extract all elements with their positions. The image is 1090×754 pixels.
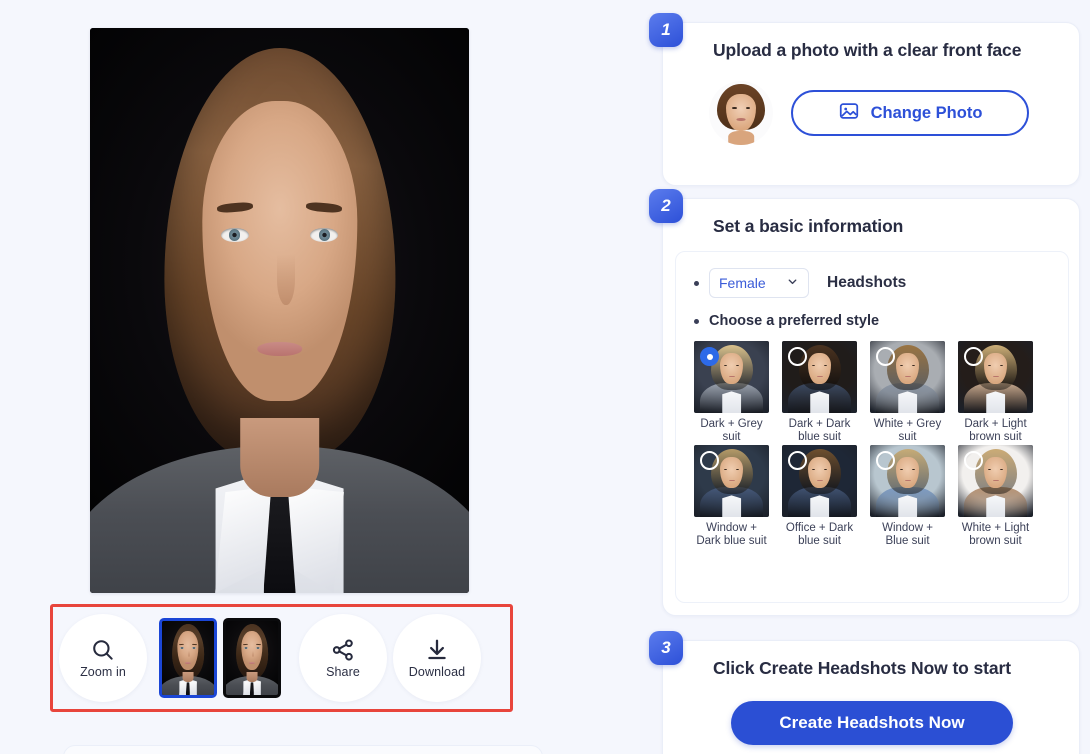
style-option-label: Window + Dark blue suit	[696, 522, 767, 547]
step-1-title: Upload a photo with a clear front face	[713, 40, 1022, 60]
chevron-down-icon	[786, 275, 799, 291]
choose-style-label: Choose a preferred style	[709, 313, 880, 329]
headshot-generator-app: Zoom in Share Download 1 Upload a photo …	[0, 0, 1090, 754]
settings-pane: 1 Upload a photo with a clear front face	[640, 0, 1090, 754]
style-option[interactable]: Dark + Dark blue suit	[782, 341, 857, 443]
preview-action-toolbar: Zoom in Share Download	[53, 607, 510, 709]
gender-row: Female Headshots	[676, 252, 1068, 298]
basic-information-box: Female Headshots Choose a preferred styl…	[675, 251, 1069, 603]
style-thumbnail	[694, 341, 769, 413]
style-option-grid: Dark + Grey suit Dark + Dark blue suit Whi…	[676, 329, 1068, 547]
step-3-badge: 3	[649, 631, 683, 665]
style-option-label: White + Light brown suit	[961, 522, 1030, 547]
create-headshots-button[interactable]: Create Headshots Now	[731, 701, 1013, 745]
style-option[interactable]: Window + Blue suit	[870, 445, 945, 547]
zoom-in-label: Zoom in	[80, 665, 126, 679]
style-option-label: Dark + Dark blue suit	[788, 418, 851, 443]
style-thumbnail	[870, 445, 945, 517]
style-thumbnail	[870, 341, 945, 413]
style-thumbnail	[694, 445, 769, 517]
style-radio-button[interactable]	[964, 451, 983, 470]
headshots-label: Headshots	[827, 274, 907, 291]
preview-pane: Zoom in Share Download	[0, 0, 640, 754]
magnifier-icon	[90, 637, 116, 663]
step-2-badge: 2	[649, 189, 683, 223]
bullet-dot	[694, 280, 699, 286]
share-button[interactable]: Share	[299, 614, 387, 702]
thumbnail-item[interactable]	[223, 618, 281, 698]
zoom-in-button[interactable]: Zoom in	[59, 614, 147, 702]
style-radio-button[interactable]	[964, 347, 983, 366]
style-option-label: Office + Dark blue suit	[785, 522, 854, 547]
style-option[interactable]: White + Grey suit	[870, 341, 945, 443]
download-arrow-icon	[424, 637, 450, 663]
gender-select[interactable]: Female	[709, 268, 809, 298]
style-radio-button[interactable]	[876, 347, 895, 366]
preview-portrait-image	[90, 28, 469, 593]
download-label: Download	[408, 665, 466, 679]
step-3-title: Click Create Headshots Now to start	[713, 658, 1011, 678]
style-radio-button[interactable]	[876, 451, 895, 470]
thumbnail-item[interactable]	[159, 618, 217, 698]
style-option[interactable]: Office + Dark blue suit	[782, 445, 857, 547]
step-2-card: 2 Set a basic information Female Headsho…	[649, 189, 1080, 616]
bullet-dot	[694, 318, 699, 324]
style-option-label: Window + Blue suit	[882, 522, 933, 547]
change-photo-label: Change Photo	[870, 103, 983, 122]
choose-style-row: Choose a preferred style	[676, 298, 1068, 329]
style-option[interactable]: Window + Dark blue suit	[694, 445, 769, 547]
next-panel-edge	[63, 745, 543, 754]
image-picture-icon	[838, 100, 860, 127]
share-nodes-icon	[330, 637, 356, 663]
style-option[interactable]: White + Light brown suit	[958, 445, 1033, 547]
style-option-label: Dark + Light brown suit	[964, 418, 1027, 443]
style-option-label: Dark + Grey suit	[700, 418, 763, 443]
style-thumbnail	[958, 445, 1033, 517]
upload-photo-row: Change Photo	[663, 61, 1079, 145]
style-option-label: White + Grey suit	[873, 418, 942, 443]
share-label: Share	[326, 665, 360, 679]
avatar[interactable]	[709, 81, 773, 145]
style-option[interactable]: Dark + Grey suit	[694, 341, 769, 443]
style-option[interactable]: Dark + Light brown suit	[958, 341, 1033, 443]
change-photo-button[interactable]: Change Photo	[791, 90, 1029, 136]
create-headshots-label: Create Headshots Now	[779, 713, 965, 732]
style-thumbnail	[782, 341, 857, 413]
style-radio-button[interactable]	[700, 347, 719, 366]
main-headshot-preview[interactable]	[90, 28, 469, 593]
style-thumbnail	[782, 445, 857, 517]
download-button[interactable]: Download	[393, 614, 481, 702]
style-radio-button[interactable]	[700, 451, 719, 470]
style-radio-button[interactable]	[788, 347, 807, 366]
step-3-card: 3 Click Create Headshots Now to start Cr…	[649, 631, 1080, 754]
style-thumbnail	[958, 341, 1033, 413]
style-radio-button[interactable]	[788, 451, 807, 470]
step-2-title: Set a basic information	[713, 216, 904, 236]
step-1-badge: 1	[649, 13, 683, 47]
step-1-card: 1 Upload a photo with a clear front face	[649, 13, 1080, 186]
gender-select-value: Female	[719, 275, 766, 291]
headshot-thumbnail-strip	[159, 618, 281, 698]
